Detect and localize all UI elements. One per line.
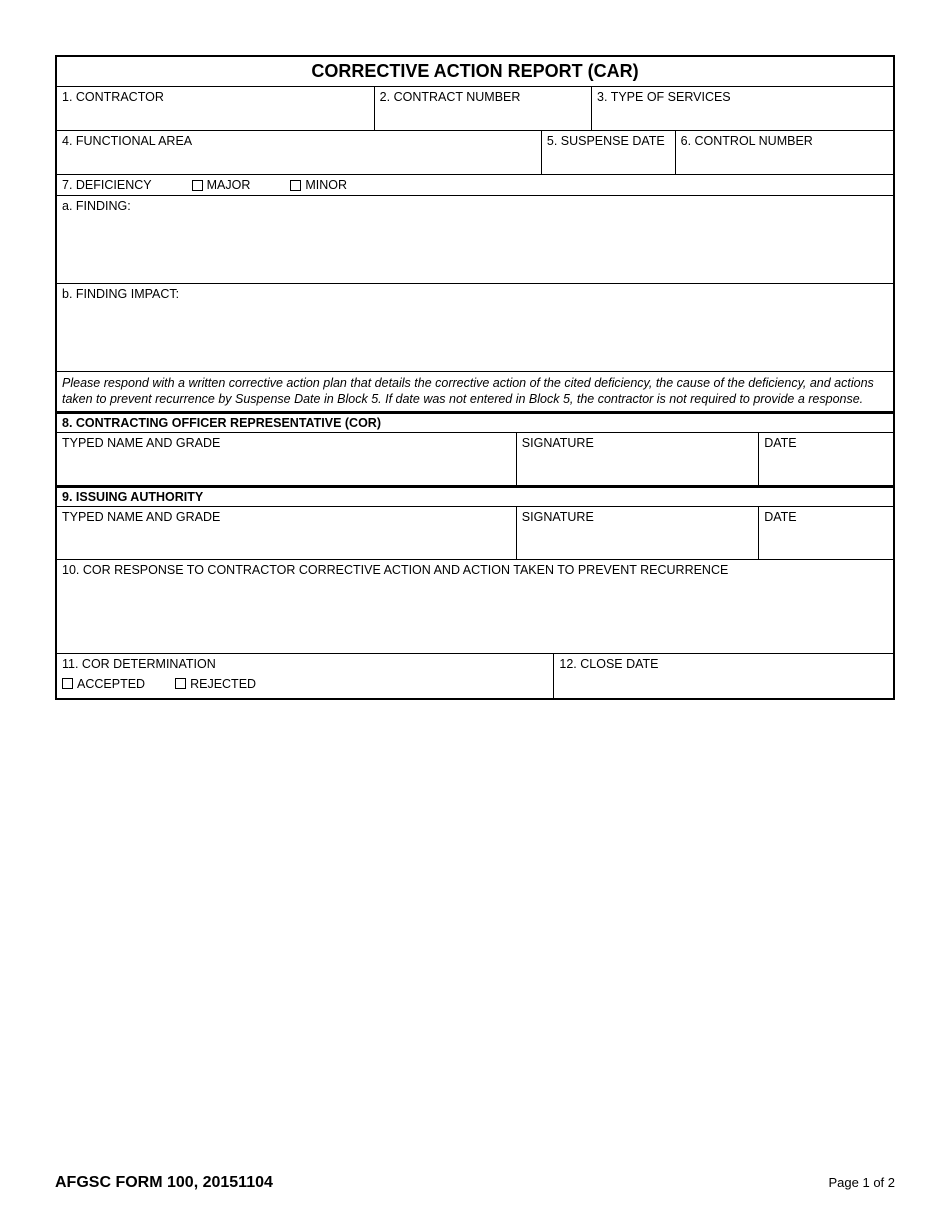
row-deficiency: 7. DEFICIENCY MAJOR MINOR xyxy=(57,175,893,196)
checkbox-accepted[interactable]: ACCEPTED xyxy=(62,677,145,691)
form-title: CORRECTIVE ACTION REPORT (CAR) xyxy=(57,57,893,87)
checkbox-rejected[interactable]: REJECTED xyxy=(175,677,256,691)
checkbox-minor[interactable]: MINOR xyxy=(290,178,347,192)
checkbox-rejected-box xyxy=(175,678,186,689)
field-finding-impact[interactable]: b. FINDING IMPACT: xyxy=(57,284,893,372)
label-deficiency: 7. DEFICIENCY xyxy=(62,178,152,192)
section-9-header: 9. ISSUING AUTHORITY xyxy=(57,486,893,507)
row-11-12: 11. COR DETERMINATION ACCEPTED REJECTED … xyxy=(57,654,893,698)
label-cor-response: 10. COR RESPONSE TO CONTRACTOR CORRECTIV… xyxy=(62,563,728,577)
row-cor-sig: TYPED NAME AND GRADE SIGNATURE DATE xyxy=(57,433,893,486)
field-contractor[interactable]: 1. CONTRACTOR xyxy=(57,87,375,131)
label-issuing-signature: SIGNATURE xyxy=(522,510,594,524)
determination-checks: ACCEPTED REJECTED xyxy=(62,677,548,691)
field-cor-signature[interactable]: SIGNATURE xyxy=(517,433,759,485)
field-finding[interactable]: a. FINDING: xyxy=(57,196,893,284)
car-form: CORRECTIVE ACTION REPORT (CAR) 1. CONTRA… xyxy=(55,55,895,700)
label-cor-date: DATE xyxy=(764,436,796,450)
section-8-header: 8. CONTRACTING OFFICER REPRESENTATIVE (C… xyxy=(57,412,893,433)
label-contract-number: 2. CONTRACT NUMBER xyxy=(380,90,521,104)
label-close-date: 12. CLOSE DATE xyxy=(559,657,658,671)
field-suspense-date[interactable]: 5. SUSPENSE DATE xyxy=(542,131,676,175)
checkbox-major[interactable]: MAJOR xyxy=(192,178,251,192)
label-finding: a. FINDING: xyxy=(62,199,131,213)
instruction-text: Please respond with a written corrective… xyxy=(57,372,893,412)
row-issuing-sig: TYPED NAME AND GRADE SIGNATURE DATE xyxy=(57,507,893,560)
label-issuing-typed: TYPED NAME AND GRADE xyxy=(62,510,220,524)
label-finding-impact: b. FINDING IMPACT: xyxy=(62,287,179,301)
field-cor-response[interactable]: 10. COR RESPONSE TO CONTRACTOR CORRECTIV… xyxy=(57,560,893,654)
label-suspense-date: 5. SUSPENSE DATE xyxy=(547,134,665,148)
form-identifier: AFGSC FORM 100, 20151104 xyxy=(55,1174,273,1192)
label-functional-area: 4. FUNCTIONAL AREA xyxy=(62,134,192,148)
field-issuing-typed-name[interactable]: TYPED NAME AND GRADE xyxy=(57,507,517,559)
field-issuing-signature[interactable]: SIGNATURE xyxy=(517,507,759,559)
label-cor-signature: SIGNATURE xyxy=(522,436,594,450)
field-functional-area[interactable]: 4. FUNCTIONAL AREA xyxy=(57,131,542,175)
label-major: MAJOR xyxy=(207,178,251,192)
field-type-services[interactable]: 3. TYPE OF SERVICES xyxy=(592,87,893,131)
checkbox-major-box xyxy=(192,180,203,191)
field-control-number[interactable]: 6. CONTROL NUMBER xyxy=(676,131,893,175)
label-issuing-date: DATE xyxy=(764,510,796,524)
field-cor-typed-name[interactable]: TYPED NAME AND GRADE xyxy=(57,433,517,485)
field-contract-number[interactable]: 2. CONTRACT NUMBER xyxy=(375,87,592,131)
checkbox-minor-box xyxy=(290,180,301,191)
label-minor: MINOR xyxy=(305,178,347,192)
label-control-number: 6. CONTROL NUMBER xyxy=(681,134,813,148)
label-type-services: 3. TYPE OF SERVICES xyxy=(597,90,731,104)
label-accepted: ACCEPTED xyxy=(77,677,145,691)
label-cor-typed: TYPED NAME AND GRADE xyxy=(62,436,220,450)
row-4-6: 4. FUNCTIONAL AREA 5. SUSPENSE DATE 6. C… xyxy=(57,131,893,175)
label-contractor: 1. CONTRACTOR xyxy=(62,90,164,104)
label-rejected: REJECTED xyxy=(190,677,256,691)
field-cor-determination: 11. COR DETERMINATION ACCEPTED REJECTED xyxy=(57,654,554,698)
row-1-3: 1. CONTRACTOR 2. CONTRACT NUMBER 3. TYPE… xyxy=(57,87,893,131)
field-cor-date[interactable]: DATE xyxy=(759,433,893,485)
field-close-date[interactable]: 12. CLOSE DATE xyxy=(554,654,893,698)
page-number: Page 1 of 2 xyxy=(829,1175,896,1190)
page-footer: AFGSC FORM 100, 20151104 Page 1 of 2 xyxy=(55,1174,895,1192)
field-issuing-date[interactable]: DATE xyxy=(759,507,893,559)
checkbox-accepted-box xyxy=(62,678,73,689)
label-cor-determination: 11. COR DETERMINATION xyxy=(62,657,216,671)
